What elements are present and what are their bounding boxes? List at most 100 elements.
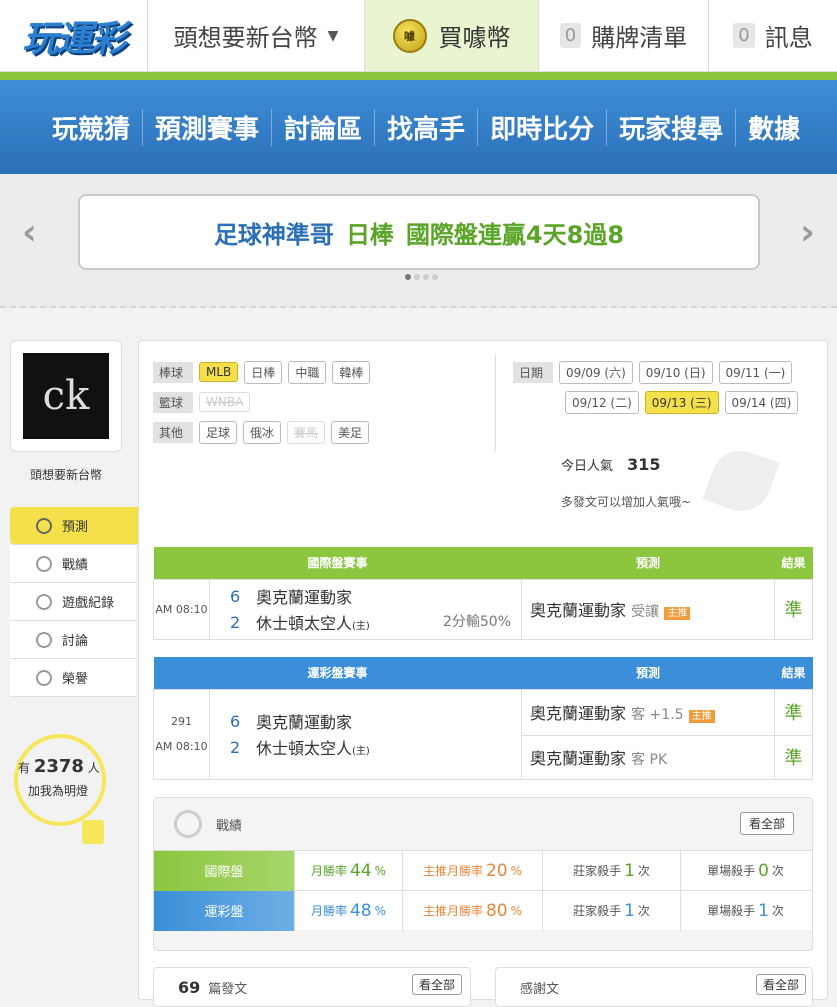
- table-header: 運彩盤賽事 預測 結果: [153, 657, 813, 689]
- team-score: 6: [230, 586, 241, 606]
- team-name-text: 休士頓太空人: [256, 614, 353, 633]
- nav-guess[interactable]: 玩競猜: [40, 109, 142, 146]
- main-panel: 棒球 MLB 日棒 中職 韓棒 籃球 WNBA 其他 足球 俄冰 賽馬 美足 日…: [138, 340, 828, 1007]
- messages-button[interactable]: 0 訊息: [708, 0, 837, 71]
- decorative-leaf: [702, 442, 780, 520]
- league-chip[interactable]: 俄冰: [243, 420, 282, 444]
- nav-stats[interactable]: 數據: [735, 108, 812, 146]
- team-line: 2 休士頓太空人(主): [230, 734, 521, 760]
- table-row[interactable]: AM 08:10 6 奧克蘭運動家 2 休士頓太空人(主) 2分輸50% 奧克蘭…: [153, 578, 813, 640]
- date-chip[interactable]: 09/09 (六): [559, 360, 633, 384]
- buy-coin-button[interactable]: 噱 買噱幣: [365, 0, 538, 71]
- banner-text-3: 國際盤連贏4天8過8: [405, 220, 625, 249]
- filter-row-basketball: 籃球 WNBA: [153, 387, 370, 417]
- nav-player-search[interactable]: 玩家搜尋: [606, 108, 735, 146]
- carousel-dot[interactable]: [405, 274, 411, 280]
- stat-unit: 次: [637, 864, 650, 878]
- lightbulb-icon: [14, 734, 106, 826]
- col-header-match: 運彩盤賽事: [153, 657, 522, 689]
- prediction-type: 客 +1.5: [631, 707, 684, 723]
- sidebar-item-record[interactable]: 戰績: [10, 545, 136, 583]
- stat-label: 月勝率: [310, 904, 347, 918]
- logo-text: 玩運彩: [22, 19, 126, 60]
- sidebar-item-honors[interactable]: 榮譽: [10, 659, 136, 697]
- sidebar-item-label: 預測: [62, 520, 89, 535]
- site-logo[interactable]: 玩運彩: [0, 0, 148, 72]
- banner-slide[interactable]: 足球神準哥 日棒 國際盤連贏4天8過8: [78, 194, 760, 270]
- category-label: 其他: [153, 421, 194, 443]
- nav-predictions[interactable]: 預測賽事: [142, 108, 271, 146]
- date-chip[interactable]: 09/11 (一): [718, 360, 793, 384]
- home-marker: (主): [352, 746, 370, 757]
- avatar-frame[interactable]: ck: [10, 340, 122, 452]
- date-chip[interactable]: 09/10 (日): [638, 360, 713, 384]
- date-chip[interactable]: 09/14 (四): [724, 390, 799, 414]
- date-chip[interactable]: 09/13 (三): [644, 390, 719, 414]
- cart-count: 0: [559, 23, 582, 48]
- record-label: 國際盤: [154, 850, 294, 891]
- prediction-team: 奧克蘭運動家: [530, 704, 627, 723]
- team-score: 2: [230, 612, 241, 632]
- chevron-right-icon[interactable]: ›: [800, 212, 815, 253]
- sidebar-item-game-log[interactable]: 遊戲紀錄: [10, 583, 136, 621]
- posts-count: 69: [178, 977, 201, 997]
- handicap-result: 2分輸50%: [442, 613, 511, 630]
- league-chip[interactable]: 韓棒: [332, 360, 371, 384]
- coin-icon: 噱: [392, 18, 427, 53]
- team-name: 休士頓太空人(主): [256, 610, 370, 634]
- team-line: 6 奧克蘭運動家: [230, 583, 521, 609]
- prediction-cell: 奧克蘭運動家 客 PK: [521, 734, 775, 780]
- match-time: AM 08:10: [155, 740, 208, 753]
- filter-row-other: 其他 足球 俄冰 賽馬 美足: [153, 417, 370, 447]
- banker-killer: 莊家殺手 1 次: [542, 850, 680, 891]
- table-header: 國際盤賽事 預測 結果: [153, 547, 813, 579]
- cart-button[interactable]: 0 購牌清單: [538, 0, 708, 71]
- user-menu[interactable]: 頭想要新台幣 ▼: [148, 0, 365, 71]
- follow-lamp-button[interactable]: 有 2378 人 加我為明燈: [14, 734, 114, 844]
- date-chip[interactable]: 09/12 (二): [565, 390, 639, 414]
- thanks-see-all-button[interactable]: 看全部: [755, 974, 806, 995]
- league-chip[interactable]: 美足: [331, 420, 370, 444]
- banner-carousel: ‹ 足球神準哥 日棒 國際盤連贏4天8過8 ›: [0, 174, 837, 308]
- messages-count: 0: [733, 23, 755, 48]
- league-chip[interactable]: 日棒: [244, 360, 283, 384]
- circle-icon: [36, 593, 52, 610]
- thanks-label: 感謝文: [520, 981, 560, 997]
- sport-filters: 棒球 MLB 日棒 中職 韓棒 籃球 WNBA 其他 足球 俄冰 賽馬 美足: [153, 357, 371, 447]
- team-name: 休士頓太空人(主): [256, 735, 370, 759]
- stat-value: 1: [624, 860, 635, 881]
- carousel-dot[interactable]: [423, 274, 429, 280]
- league-chip[interactable]: MLB: [199, 362, 239, 382]
- posts-see-all-button[interactable]: 看全部: [411, 974, 462, 995]
- see-all-button[interactable]: 看全部: [739, 812, 794, 835]
- buy-coin-label: 買噱幣: [438, 24, 511, 52]
- filter-row-baseball: 棒球 MLB 日棒 中職 韓棒: [153, 357, 371, 387]
- lightbulb-base: [82, 820, 104, 844]
- target-icon: [36, 555, 52, 572]
- thanks-box: 感謝文 看全部: [495, 967, 813, 1007]
- nav-experts[interactable]: 找高手: [374, 108, 477, 146]
- league-chip: 賽馬: [287, 420, 326, 444]
- stat-unit: %: [510, 863, 523, 878]
- messages-label: 訊息: [764, 24, 813, 52]
- fans-count-line: 有 2378 人: [18, 756, 100, 777]
- table-row[interactable]: 291 AM 08:10 6 奧克蘭運動家 2 休士頓太空人(主) 奧克蘭運動家…: [153, 688, 813, 780]
- banker-killer: 莊家殺手 1 次: [542, 890, 680, 931]
- col-header-result: 結果: [774, 547, 813, 579]
- prediction-cell: 奧克蘭運動家 受讓 主推: [521, 578, 775, 640]
- carousel-dot[interactable]: [414, 274, 420, 280]
- stat-value: 48: [349, 900, 372, 921]
- league-chip[interactable]: 中職: [288, 360, 327, 384]
- fans-suffix: 人: [87, 761, 100, 775]
- carousel-dot[interactable]: [432, 274, 438, 280]
- prediction-type: 受讓: [631, 604, 660, 620]
- chevron-left-icon[interactable]: ‹: [22, 212, 37, 253]
- sidebar-item-discussion[interactable]: 討論: [10, 621, 136, 659]
- sidebar-item-predictions[interactable]: 預測: [10, 507, 140, 545]
- record-title: 戰績: [216, 818, 243, 834]
- nav-live-scores[interactable]: 即時比分: [477, 108, 606, 146]
- chat-icon: [36, 631, 52, 648]
- league-chip[interactable]: 足球: [199, 420, 238, 444]
- nav-forum[interactable]: 討論區: [271, 108, 374, 146]
- game-number: 291: [171, 715, 192, 728]
